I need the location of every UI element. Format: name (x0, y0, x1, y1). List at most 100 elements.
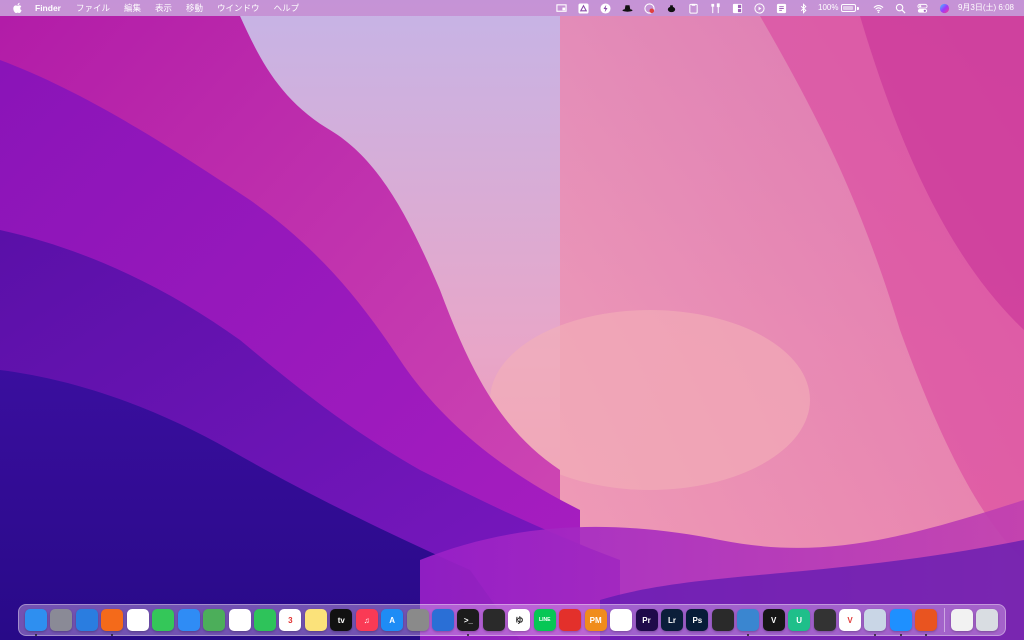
dock-item-mail[interactable] (177, 609, 200, 631)
dock-item-calendar[interactable]: 3 (279, 609, 302, 631)
notes-icon (304, 609, 327, 631)
running-indicator (111, 634, 114, 636)
screen-icon (737, 609, 760, 631)
windows-icon (889, 609, 912, 631)
dock-item-messages[interactable] (152, 609, 175, 631)
dock-item-preview[interactable] (864, 609, 887, 636)
dock-item-trash[interactable] (976, 609, 999, 631)
dock-item-line[interactable]: LINE (533, 609, 556, 631)
teapot-icon[interactable] (666, 3, 677, 14)
running-indicator (874, 634, 877, 636)
control-center-icon[interactable] (917, 3, 928, 14)
window-layout-icon[interactable] (732, 3, 743, 14)
dock-item-ubuntu[interactable] (915, 609, 938, 636)
dock-item-photoshop[interactable]: Ps (686, 609, 709, 631)
xcode-icon (432, 609, 454, 631)
launchpad-icon (50, 609, 73, 631)
bolt-icon[interactable] (600, 2, 611, 14)
dock-item-xcode[interactable] (432, 609, 454, 631)
dock-item-safari[interactable] (75, 609, 98, 631)
dock-item-creative-cloud[interactable] (559, 609, 582, 631)
dock: 3 tv ♫ A >_ ゆ LINE PM Pr Lr Ps V U V (18, 604, 1006, 636)
script-icon[interactable] (776, 3, 787, 14)
finder-icon (25, 609, 47, 631)
menu-edit[interactable]: 編集 (117, 0, 148, 16)
menu-app-name[interactable]: Finder (35, 0, 69, 16)
dock-separator (943, 608, 945, 632)
photoshop-icon: Ps (686, 609, 709, 631)
dock-item-premiere-pro[interactable]: Pr (635, 609, 658, 631)
dock-item-java[interactable] (950, 609, 973, 631)
running-indicator (899, 634, 902, 636)
wifi-icon[interactable] (873, 3, 884, 14)
apple-icon[interactable] (12, 2, 22, 14)
dock-item-windows-app[interactable] (889, 609, 912, 636)
dock-item-chrome[interactable] (126, 609, 149, 631)
music-icon: ♫ (355, 609, 378, 631)
dock-item-vivaldi[interactable]: V (839, 609, 861, 631)
dock-item-terminal[interactable]: >_ (457, 609, 480, 636)
dock-item-launchpad[interactable] (50, 609, 73, 631)
v-icon: V (762, 609, 785, 631)
dock-item-pm-app[interactable]: PM (584, 609, 607, 631)
dock-item-brush-app[interactable] (813, 609, 836, 631)
battery-percent: 100% (818, 3, 839, 12)
maps-icon (203, 609, 226, 631)
play-circle-icon[interactable] (754, 2, 765, 14)
battery-icon[interactable] (841, 4, 859, 12)
dock-item-notes[interactable] (304, 609, 327, 631)
cloud-app-icon[interactable] (644, 2, 655, 14)
dock-item-obs[interactable] (711, 609, 734, 631)
dock-item-app-store[interactable]: A (381, 609, 404, 631)
app-store-icon: A (381, 609, 404, 631)
pm-icon: PM (584, 609, 607, 631)
brush-icon (813, 609, 836, 631)
dock-item-calligraphy-app[interactable] (482, 609, 505, 631)
safari-icon (75, 609, 98, 631)
lightroom-icon: Lr (660, 609, 683, 631)
bluetooth-icon[interactable] (798, 2, 809, 14)
dock-item-firefox[interactable] (101, 609, 124, 636)
screen-mirror-icon[interactable] (556, 3, 567, 14)
yukkuri-icon: ゆ (508, 609, 531, 631)
u-icon: U (788, 609, 811, 631)
chrome-icon (126, 609, 149, 631)
menu-go[interactable]: 移動 (179, 0, 210, 16)
dock-item-apple-tv[interactable]: tv (330, 609, 353, 631)
siri-icon[interactable] (939, 3, 950, 14)
vivaldi-icon: V (839, 609, 861, 631)
menu-file[interactable]: ファイル (69, 0, 117, 16)
gear-icon (406, 609, 429, 631)
photos-icon (228, 609, 251, 631)
dock-item-system-preferences[interactable] (406, 609, 429, 631)
google-drive-icon[interactable] (578, 2, 589, 14)
menu-clock[interactable]: 9月3日(土) 6:08 (958, 0, 1014, 16)
dock-item-facetime[interactable] (253, 609, 276, 631)
dock-item-maps[interactable] (203, 609, 226, 631)
tools-icon[interactable] (710, 2, 721, 14)
dock-item-recorder[interactable] (610, 609, 633, 631)
terminal-icon: >_ (457, 609, 480, 631)
trash-icon (976, 609, 999, 631)
preview-icon (864, 609, 887, 631)
dock-item-screen-app[interactable] (737, 609, 760, 636)
dock-item-photos[interactable] (228, 609, 251, 631)
dock-item-yukkuri-app[interactable]: ゆ (508, 609, 531, 631)
dock-item-music[interactable]: ♫ (355, 609, 378, 631)
running-indicator (35, 634, 37, 636)
menu-help[interactable]: ヘルプ (267, 0, 307, 16)
java-icon (950, 609, 973, 631)
menu-view[interactable]: 表示 (148, 0, 179, 16)
dock-item-vectorworks[interactable]: V (762, 609, 785, 631)
clipboard-icon[interactable] (688, 3, 699, 14)
line-icon: LINE (533, 609, 556, 631)
dock-item-u-app[interactable]: U (788, 609, 811, 631)
hat-icon[interactable] (622, 3, 633, 14)
running-indicator (467, 634, 470, 636)
apple-tv-icon: tv (330, 609, 353, 631)
dock-item-finder[interactable] (25, 609, 47, 636)
record-icon (610, 609, 633, 631)
spotlight-search-icon[interactable] (895, 3, 906, 14)
menu-window[interactable]: ウインドウ (210, 0, 267, 16)
dock-item-lightroom[interactable]: Lr (660, 609, 683, 631)
